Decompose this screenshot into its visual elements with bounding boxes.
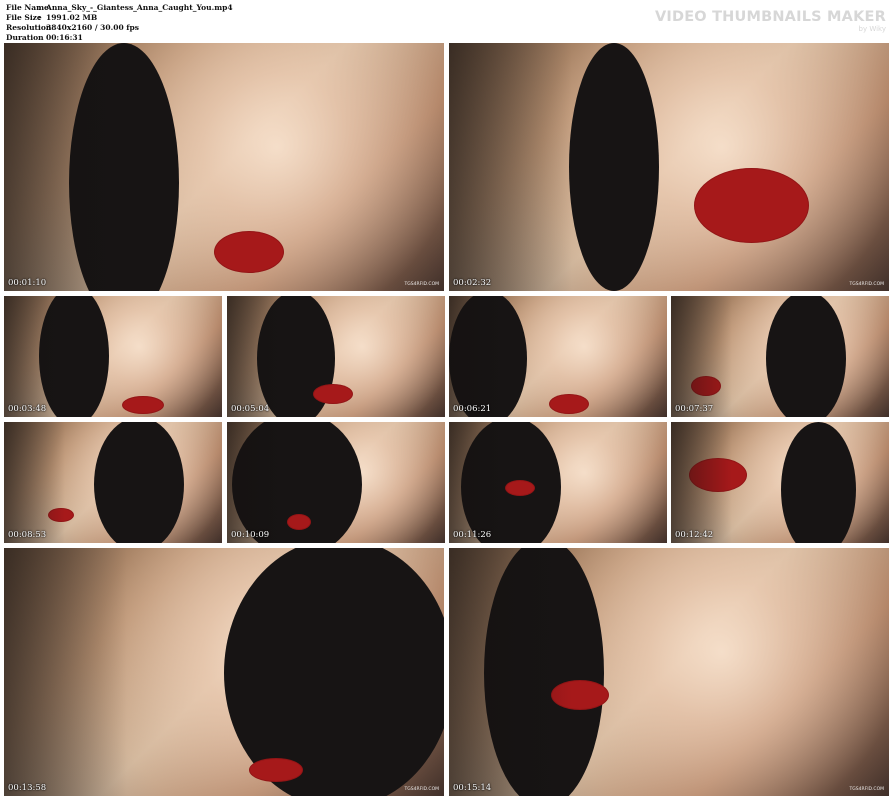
thumbnail-4[interactable]: 00:05:04 xyxy=(227,296,445,417)
lips-shape xyxy=(551,680,609,710)
brand-watermark: VIDEO THUMBNAILS MAKER by Wiky xyxy=(655,9,886,33)
thumbnail-2[interactable]: 00:02:32 TGS4RFID.COM xyxy=(449,43,889,291)
lips-shape xyxy=(505,480,535,496)
file-size-separator: : xyxy=(38,13,41,22)
timestamp: 00:13:58 xyxy=(8,783,47,793)
thumbnail-9[interactable]: 00:11:26 xyxy=(449,422,667,543)
thumbnail-10[interactable]: 00:12:42 xyxy=(671,422,889,543)
lips-shape xyxy=(287,514,311,530)
timestamp: 00:11:26 xyxy=(453,530,492,540)
lips-shape xyxy=(122,396,164,414)
duration-label: Duration xyxy=(6,33,44,42)
hair-shape xyxy=(69,43,179,291)
file-name-row: File Name : Anna_Sky_-_Giantess_Anna_Cau… xyxy=(6,3,233,13)
resolution-value: 3840x2160 / 30.00 fps xyxy=(46,23,139,32)
hair-shape xyxy=(39,296,109,417)
resolution-separator: : xyxy=(38,23,41,32)
lips-shape xyxy=(313,384,353,404)
resolution-row: Resolution : 3840x2160 / 30.00 fps xyxy=(6,23,233,33)
hair-shape xyxy=(484,548,604,796)
brand-subtitle: by Wiky xyxy=(858,25,886,33)
watermark: TGS4RFID.COM xyxy=(849,787,884,792)
timestamp: 00:03:48 xyxy=(8,404,47,414)
watermark: TGS4RFID.COM xyxy=(404,282,439,287)
hair-shape xyxy=(224,548,444,796)
timestamp: 00:12:42 xyxy=(675,530,714,540)
watermark: TGS4RFID.COM xyxy=(404,787,439,792)
timestamp: 00:15:14 xyxy=(453,783,492,793)
hair-shape xyxy=(569,43,659,291)
timestamp: 00:08:53 xyxy=(8,530,47,540)
thumbnail-11[interactable]: 00:13:58 TGS4RFID.COM xyxy=(4,548,444,796)
hair-shape xyxy=(449,296,527,417)
thumbnail-1[interactable]: 00:01:10 TGS4RFID.COM xyxy=(4,43,444,291)
hair-shape xyxy=(94,422,184,543)
file-size-row: File Size : 1991.02 MB xyxy=(6,13,233,23)
resolution-label: Resolution xyxy=(6,23,52,32)
hair-shape xyxy=(781,422,856,543)
thumbnail-3[interactable]: 00:03:48 xyxy=(4,296,222,417)
timestamp: 00:07:37 xyxy=(675,404,714,414)
lips-shape xyxy=(214,231,284,273)
file-size-value: 1991.02 MB xyxy=(46,13,98,22)
thumbnail-6[interactable]: 00:07:37 xyxy=(671,296,889,417)
file-info: File Name : Anna_Sky_-_Giantess_Anna_Cau… xyxy=(6,3,233,43)
file-name-value: Anna_Sky_-_Giantess_Anna_Caught_You.mp4 xyxy=(46,3,233,12)
file-size-label: File Size xyxy=(6,13,42,22)
lips-shape xyxy=(549,394,589,414)
duration-value: 00:16:31 xyxy=(46,33,83,42)
lips-shape xyxy=(249,758,303,782)
file-name-separator: : xyxy=(38,3,41,12)
duration-separator: : xyxy=(38,33,41,42)
thumbnail-7[interactable]: 00:08:53 xyxy=(4,422,222,543)
lips-shape xyxy=(694,168,809,243)
timestamp: 00:05:04 xyxy=(231,404,270,414)
lips-shape xyxy=(689,458,747,492)
watermark: TGS4RFID.COM xyxy=(849,282,884,287)
thumbnail-5[interactable]: 00:06:21 xyxy=(449,296,667,417)
lips-shape xyxy=(48,508,74,522)
thumbnail-12[interactable]: 00:15:14 TGS4RFID.COM xyxy=(449,548,889,796)
duration-row: Duration : 00:16:31 xyxy=(6,33,233,43)
timestamp: 00:06:21 xyxy=(453,404,492,414)
timestamp: 00:01:10 xyxy=(8,278,47,288)
timestamp: 00:02:32 xyxy=(453,278,492,288)
lips-shape xyxy=(691,376,721,396)
file-name-label: File Name xyxy=(6,3,49,12)
thumbnail-8[interactable]: 00:10:09 xyxy=(227,422,445,543)
hair-shape xyxy=(766,296,846,417)
brand-title: VIDEO THUMBNAILS MAKER xyxy=(654,9,886,25)
timestamp: 00:10:09 xyxy=(231,530,270,540)
